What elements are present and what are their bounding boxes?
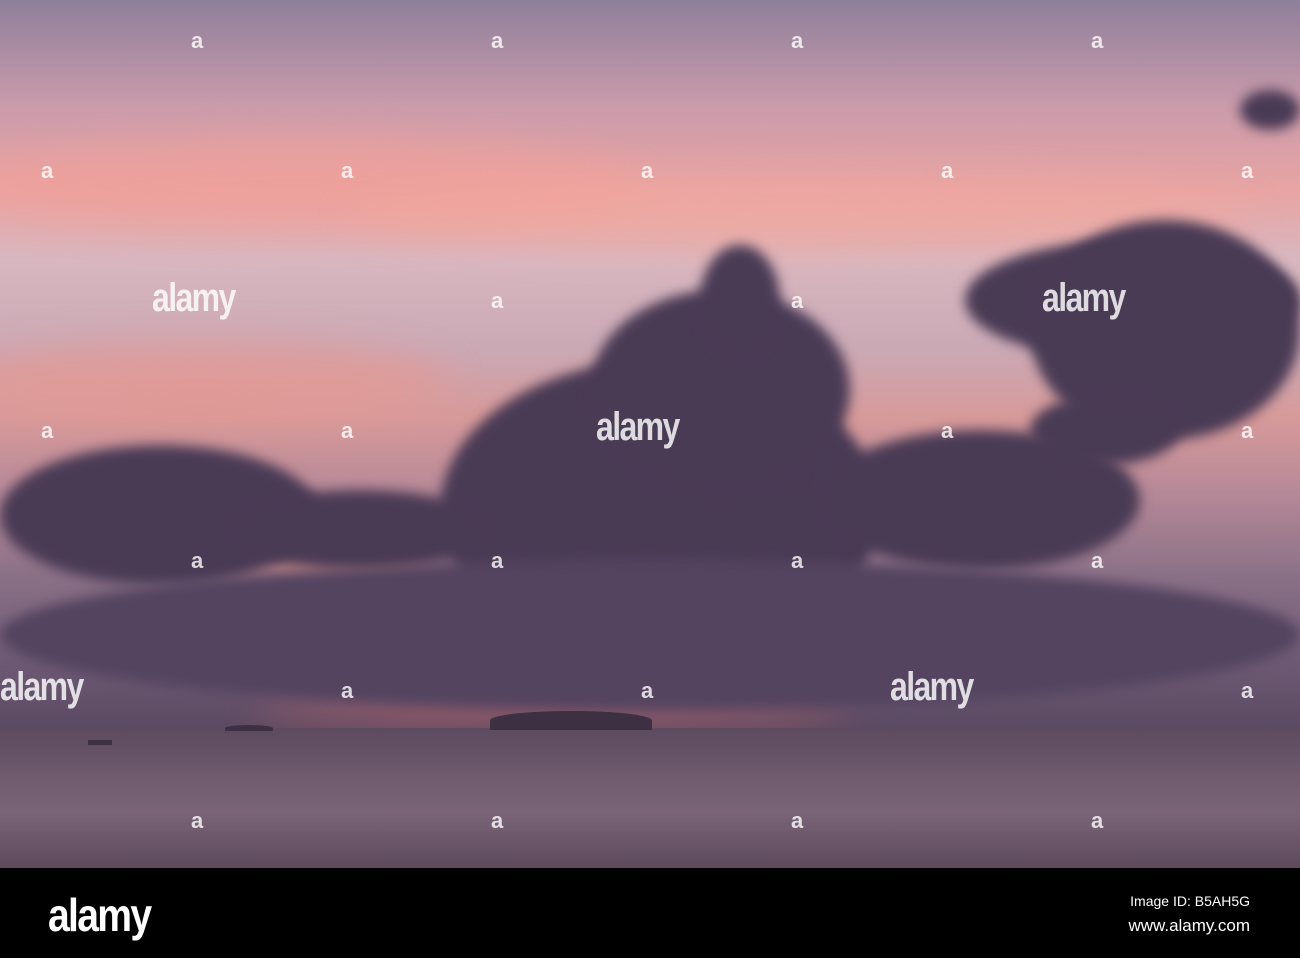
watermark-mark: a bbox=[1091, 548, 1104, 573]
alamy-logo: alamy bbox=[48, 889, 152, 941]
pink-cloud-streak bbox=[0, 340, 450, 420]
cloud bbox=[230, 490, 490, 570]
watermark: alamy bbox=[152, 276, 236, 320]
watermark-mark: a bbox=[1091, 28, 1104, 53]
watermark-mark: a bbox=[341, 158, 354, 183]
watermark-mark: a bbox=[941, 418, 954, 443]
watermark-mark: a bbox=[191, 28, 204, 53]
watermark-mark: a bbox=[1091, 808, 1104, 833]
cloud bbox=[1240, 90, 1300, 130]
website-link[interactable]: www.alamy.com bbox=[1128, 916, 1250, 936]
watermark-mark: a bbox=[191, 548, 204, 573]
watermark-mark: a bbox=[1241, 418, 1254, 443]
watermark-mark: a bbox=[1241, 158, 1254, 183]
watermark-mark: a bbox=[941, 158, 954, 183]
watermark-mark: a bbox=[341, 418, 354, 443]
cloud bbox=[700, 245, 780, 355]
watermark-mark: a bbox=[791, 288, 804, 313]
watermark: alamy bbox=[596, 405, 680, 449]
watermark-mark: a bbox=[641, 158, 654, 183]
boat bbox=[88, 740, 112, 745]
watermark-mark: a bbox=[41, 418, 54, 443]
footer-bar: alamy Image ID: B5AH5G www.alamy.com bbox=[0, 868, 1300, 958]
watermark: alamy bbox=[0, 665, 84, 709]
watermark-mark: a bbox=[641, 678, 654, 703]
image-id: Image ID: B5AH5G bbox=[1130, 893, 1250, 909]
island bbox=[225, 725, 273, 731]
watermark-mark: a bbox=[341, 678, 354, 703]
watermark-mark: a bbox=[491, 548, 504, 573]
watermark-mark: a bbox=[191, 808, 204, 833]
watermark-mark: a bbox=[791, 548, 804, 573]
island bbox=[490, 711, 652, 730]
watermark-mark: a bbox=[791, 28, 804, 53]
watermark-mark: a bbox=[491, 28, 504, 53]
watermark-mark: a bbox=[491, 288, 504, 313]
watermark-mark: a bbox=[1241, 678, 1254, 703]
watermark-mark: a bbox=[791, 808, 804, 833]
watermark-mark: a bbox=[491, 808, 504, 833]
sunset-sea-photo: alamy alamy alamy alamy alamy a a a a a … bbox=[0, 0, 1300, 868]
cloud bbox=[1030, 395, 1180, 465]
sea bbox=[0, 728, 1300, 868]
watermark: alamy bbox=[1042, 276, 1126, 320]
watermark: alamy bbox=[890, 665, 974, 709]
watermark-mark: a bbox=[41, 158, 54, 183]
